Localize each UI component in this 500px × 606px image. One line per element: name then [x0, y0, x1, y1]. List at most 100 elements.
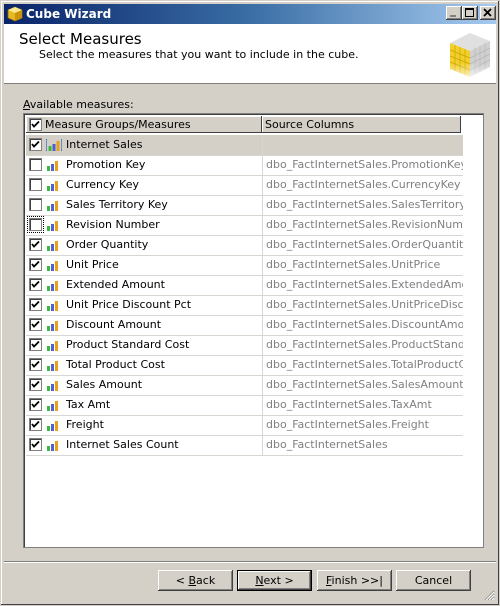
measure-row[interactable]: Tax Amt dbo_FactInternetSales.TaxAmt [26, 395, 463, 416]
measure-row[interactable]: Unit Price Discount Pct dbo_FactInternetS… [26, 295, 463, 316]
measure-name: Internet Sales [66, 138, 143, 151]
measure-name: Sales Territory Key [66, 198, 168, 211]
measure-icon [47, 261, 58, 271]
measure-name: Unit Price Discount Pct [66, 298, 192, 311]
source-column-text: dbo_FactInternetSales.SalesTerritory... [266, 198, 463, 211]
measure-icon [47, 161, 58, 171]
measure-cell: Discount Amount [26, 315, 263, 335]
finish-button[interactable]: Finish >>| [317, 570, 392, 591]
measure-checkbox[interactable] [29, 318, 42, 331]
checkmark-icon [31, 260, 40, 268]
minimize-button[interactable] [446, 6, 462, 20]
measure-checkbox[interactable] [29, 438, 42, 451]
measure-name: Promotion Key [66, 158, 146, 171]
next-button[interactable]: Next > [237, 570, 312, 591]
measure-row[interactable]: Discount Amount dbo_FactInternetSales.Dis… [26, 315, 463, 336]
select-all-checkbox[interactable] [29, 118, 42, 131]
measure-name: Tax Amt [66, 398, 111, 411]
measure-checkbox[interactable] [29, 158, 42, 171]
measure-checkbox[interactable] [29, 138, 42, 151]
source-column-cell: dbo_FactInternetSales.DiscountAmount [263, 315, 463, 335]
cube-wizard-window: Cube Wizard Select Measures Select the m… [0, 0, 500, 606]
measure-cell: Extended Amount [26, 275, 263, 295]
checkmark-icon [31, 440, 40, 448]
measure-icon [47, 301, 58, 311]
source-column-cell: dbo_FactInternetSales.TotalProductC... [263, 355, 463, 375]
measure-checkbox[interactable] [29, 258, 42, 271]
measure-row[interactable]: Product Standard Cost dbo_FactInternetSal… [26, 335, 463, 356]
source-column-text: dbo_FactInternetSales.TotalProductC... [266, 358, 463, 371]
back-button[interactable]: < Back [158, 570, 233, 591]
measure-icon [47, 281, 58, 291]
measure-cell: Product Standard Cost [26, 335, 263, 355]
measure-row[interactable]: Order Quantity dbo_FactInternetSales.Orde… [26, 235, 463, 256]
column-header-source[interactable]: Source Columns [262, 116, 461, 133]
measure-icon [47, 221, 58, 231]
measure-row[interactable]: Extended Amount dbo_FactInternetSales.Ext… [26, 275, 463, 296]
measure-row[interactable]: Promotion Key dbo_FactInternetSales.Promo… [26, 155, 463, 176]
source-column-text: dbo_FactInternetSales.RevisionNumber [266, 218, 463, 231]
measure-checkbox[interactable] [29, 378, 42, 391]
cube-icon [442, 33, 494, 83]
source-column-cell: dbo_FactInternetSales.UnitPriceDisco... [263, 295, 463, 315]
measure-row[interactable]: Unit Price dbo_FactInternetSales.UnitPric… [26, 255, 463, 276]
measure-checkbox[interactable] [29, 398, 42, 411]
close-button[interactable] [480, 6, 496, 20]
measure-icon [47, 381, 58, 391]
measures-tree-list[interactable]: Measure Groups/Measures Source Columns I… [23, 113, 484, 548]
measure-name: Freight [66, 418, 104, 431]
source-column-text: dbo_FactInternetSales.UnitPriceDisco... [266, 298, 463, 311]
page-title: Select Measures [19, 30, 142, 48]
measure-checkbox[interactable] [29, 198, 42, 211]
source-column-text: dbo_FactInternetSales.ExtendedAmo... [266, 278, 463, 291]
source-column-text: dbo_FactInternetSales [266, 438, 388, 451]
measure-row[interactable]: Currency Key dbo_FactInternetSales.Curren… [26, 175, 463, 196]
measure-checkbox[interactable] [27, 216, 44, 233]
measure-row[interactable]: Revision Number dbo_FactInternetSales.Rev… [26, 215, 463, 236]
title-bar[interactable]: Cube Wizard [4, 4, 496, 24]
source-column-text: dbo_FactInternetSales.SalesAmount [266, 378, 463, 391]
source-column-text: dbo_FactInternetSales.Freight [266, 418, 429, 431]
measure-row[interactable]: Internet Sales Count dbo_FactInternetSale… [26, 435, 463, 456]
resize-grip-icon[interactable] [483, 589, 495, 601]
measure-checkbox[interactable] [29, 278, 42, 291]
measure-row[interactable]: Sales Territory Key dbo_FactInternetSales… [26, 195, 463, 216]
source-column-text: dbo_FactInternetSales.CurrencyKey [266, 178, 461, 191]
measure-name: Extended Amount [66, 278, 165, 291]
measure-name: Total Product Cost [66, 358, 165, 371]
measure-cell: Freight [26, 415, 263, 435]
cancel-button[interactable]: Cancel [396, 570, 471, 591]
measure-checkbox[interactable] [29, 298, 42, 311]
source-column-cell: dbo_FactInternetSales.Freight [263, 415, 463, 435]
measure-checkbox[interactable] [29, 358, 42, 371]
checkmark-icon [31, 420, 40, 428]
measure-cell: Unit Price [26, 255, 263, 275]
footer-separator [4, 561, 496, 563]
close-icon [483, 8, 492, 17]
measure-name: Product Standard Cost [66, 338, 190, 351]
source-column-cell: dbo_FactInternetSales.UnitPrice [263, 255, 463, 275]
source-column-cell: dbo_FactInternetSales.OrderQuantity [263, 235, 463, 255]
column-header-measures-label: Measure Groups/Measures [45, 118, 191, 131]
wizard-header: Select Measures Select the measures that… [4, 24, 496, 84]
measure-row[interactable]: Total Product Cost dbo_FactInternetSales.… [26, 355, 463, 376]
measure-group-row[interactable]: Internet Sales [26, 135, 463, 156]
maximize-button[interactable] [462, 6, 478, 20]
source-column-cell: dbo_FactInternetSales.RevisionNumber [263, 215, 463, 235]
source-column-text: dbo_FactInternetSales.DiscountAmount [266, 318, 463, 331]
measure-checkbox[interactable] [29, 338, 42, 351]
measure-checkbox[interactable] [29, 418, 42, 431]
measure-name: Internet Sales Count [66, 438, 179, 451]
measure-name: Unit Price [66, 258, 119, 271]
checkmark-icon [31, 380, 40, 388]
measure-cell: Order Quantity [26, 235, 263, 255]
measure-row[interactable]: Sales Amount dbo_FactInternetSales.SalesA… [26, 375, 463, 396]
measure-checkbox[interactable] [29, 178, 42, 191]
measure-icon [47, 401, 58, 411]
measure-cell: Sales Territory Key [26, 195, 263, 215]
measure-row[interactable]: Freight dbo_FactInternetSales.Freight [26, 415, 463, 436]
measure-cell: Sales Amount [26, 375, 263, 395]
column-header-measures[interactable]: Measure Groups/Measures [26, 116, 262, 133]
measure-checkbox[interactable] [29, 238, 42, 251]
checkmark-icon [31, 300, 40, 308]
